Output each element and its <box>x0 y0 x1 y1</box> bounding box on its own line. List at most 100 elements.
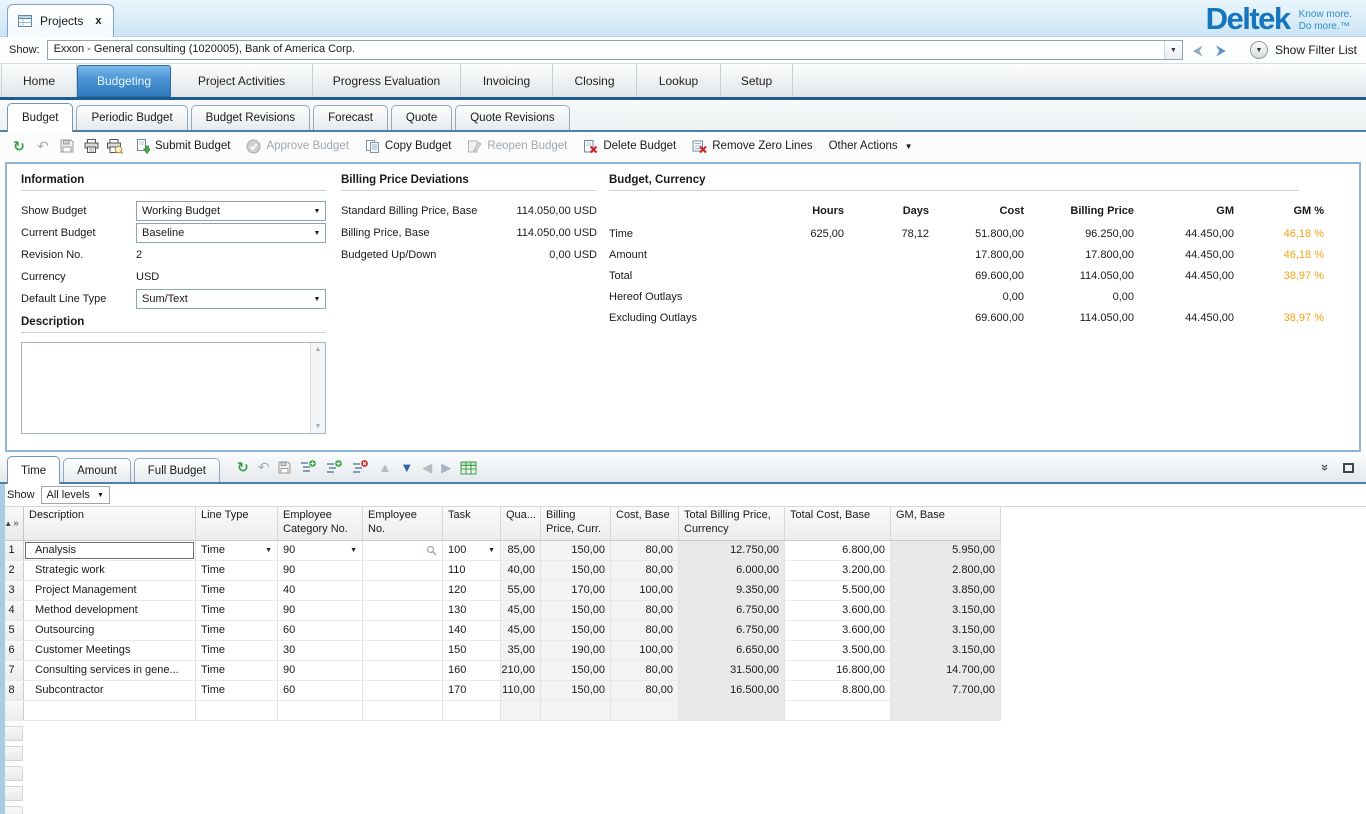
move-right-icon[interactable]: ▶ <box>441 460 451 476</box>
col-billing-price[interactable]: Billing Price, Curr. <box>541 507 611 540</box>
cell-quantity[interactable]: 35,00 <box>501 641 541 660</box>
cell-line-type[interactable]: Time <box>196 601 278 620</box>
cell-employee-no[interactable] <box>363 561 443 580</box>
col-task[interactable]: Task <box>443 507 501 540</box>
cell-quantity[interactable]: 40,00 <box>501 561 541 580</box>
refresh-icon[interactable]: ↻ <box>237 459 249 476</box>
chevron-down-icon[interactable]: ▼ <box>350 541 357 560</box>
cell-billing-price[interactable]: 150,00 <box>541 561 611 580</box>
col-description[interactable]: Description <box>24 507 196 540</box>
add-line-icon[interactable] <box>300 460 317 475</box>
cell-description[interactable]: Customer Meetings <box>24 641 196 660</box>
save-icon[interactable] <box>56 135 78 157</box>
cell-description[interactable]: Subcontractor <box>24 681 196 700</box>
search-icon[interactable] <box>426 545 437 556</box>
table-row[interactable]: 5 Outsourcing Time 60 14 <box>0 621 1001 641</box>
delete-budget-button[interactable]: Delete Budget <box>576 135 683 157</box>
cell-employee-category[interactable]: 30 <box>278 641 363 660</box>
cell-employee-no[interactable] <box>363 621 443 640</box>
undo-icon[interactable]: ↶ <box>32 135 54 157</box>
tab-forecast[interactable]: Forecast <box>313 105 388 130</box>
cell-employee-no[interactable] <box>363 641 443 660</box>
chevron-down-icon[interactable]: ▼ <box>488 541 495 560</box>
tab-quote-revisions[interactable]: Quote Revisions <box>455 105 569 130</box>
col-total-cost[interactable]: Total Cost, Base <box>785 507 891 540</box>
cell-line-type[interactable]: Time <box>196 681 278 700</box>
tab-periodic-budget[interactable]: Periodic Budget <box>76 105 187 130</box>
navigate-back-icon[interactable]: ⮜︎ <box>1190 42 1206 59</box>
cell-employee-category[interactable]: 60 <box>278 681 363 700</box>
navigate-forward-icon[interactable]: ⮞︎ <box>1213 42 1229 59</box>
cell-employee-no[interactable] <box>363 601 443 620</box>
project-filter-combobox[interactable]: Exxon - General consulting (1020005), Ba… <box>47 40 1183 60</box>
col-employee-category[interactable]: Employee Category No. <box>278 507 363 540</box>
scrollbar[interactable]: ▲▼ <box>310 343 325 433</box>
col-total-billing[interactable]: Total Billing Price, Currency <box>679 507 785 540</box>
col-gm-base[interactable]: GM, Base <box>891 507 1001 540</box>
remove-zero-lines-button[interactable]: Remove Zero Lines <box>685 135 819 157</box>
cell-description[interactable]: Analysis <box>24 541 196 560</box>
table-row[interactable]: 6 Customer Meetings Time 30 <box>0 641 1001 661</box>
chevron-down-icon[interactable]: ▼ <box>265 541 272 560</box>
collapse-panel-icon[interactable]: » <box>1318 464 1333 471</box>
cell-billing-price[interactable]: 150,00 <box>541 681 611 700</box>
expand-filter-icon[interactable]: ▼ <box>1250 41 1268 59</box>
col-cost-base[interactable]: Cost, Base <box>611 507 679 540</box>
cell-cost-base[interactable]: 80,00 <box>611 621 679 640</box>
table-row[interactable]: 8 Subcontractor Time 60 <box>0 681 1001 701</box>
cell-quantity[interactable]: 85,00 <box>501 541 541 560</box>
cell-line-type[interactable]: Time <box>196 621 278 640</box>
cell-task[interactable]: 100 ▼ <box>443 541 501 560</box>
cell-employee-no[interactable] <box>363 661 443 680</box>
tab-time[interactable]: Time <box>7 456 60 484</box>
tab-lookup[interactable]: Lookup <box>637 64 721 97</box>
tab-setup[interactable]: Setup <box>721 64 793 97</box>
cell-employee-no[interactable] <box>363 681 443 700</box>
cell-line-type[interactable]: Time <box>196 661 278 680</box>
default-line-type-select[interactable]: Sum/Text▼ <box>136 289 326 309</box>
show-budget-select[interactable]: Working Budget▼ <box>136 201 326 221</box>
cell-employee-category[interactable]: 90 <box>278 561 363 580</box>
delete-line-icon[interactable] <box>352 460 369 475</box>
cell-billing-price[interactable]: 190,00 <box>541 641 611 660</box>
col-employee-no[interactable]: Employee No. <box>363 507 443 540</box>
show-filter-list-button[interactable]: Show Filter List <box>1275 43 1357 57</box>
cell-employee-category[interactable]: 90 ▼ <box>278 541 363 560</box>
cell-line-type[interactable]: Time <box>196 561 278 580</box>
tab-quote[interactable]: Quote <box>391 105 452 130</box>
copy-budget-button[interactable]: Copy Budget <box>358 135 459 157</box>
cell-employee-category[interactable]: 90 <box>278 661 363 680</box>
cell-cost-base[interactable]: 80,00 <box>611 661 679 680</box>
table-row[interactable]: 3 Project Management Time 40 <box>0 581 1001 601</box>
cell-cost-base[interactable]: 80,00 <box>611 681 679 700</box>
cell-task[interactable]: 140 <box>443 621 501 640</box>
tab-amount[interactable]: Amount <box>63 458 131 482</box>
cell-description[interactable]: Project Management <box>24 581 196 600</box>
project-filter-value[interactable]: Exxon - General consulting (1020005), Ba… <box>48 41 1164 59</box>
document-tab-projects[interactable]: Projects x <box>7 4 114 37</box>
tab-progress-evaluation[interactable]: Progress Evaluation <box>313 64 461 97</box>
cell-billing-price[interactable]: 150,00 <box>541 661 611 680</box>
table-row[interactable]: 7 Consulting services in gene... Time 90 <box>0 661 1001 681</box>
refresh-icon[interactable]: ↻ <box>8 135 30 157</box>
table-view-icon[interactable] <box>460 461 477 475</box>
print-icon[interactable] <box>80 135 102 157</box>
move-down-icon[interactable]: ▼ <box>400 460 413 475</box>
col-line-type[interactable]: Line Type <box>196 507 278 540</box>
cell-line-type[interactable]: Time ▼ <box>196 541 278 560</box>
close-icon[interactable]: x <box>95 15 101 27</box>
cell-quantity[interactable]: 210,00 <box>501 661 541 680</box>
tab-budgeting[interactable]: Budgeting <box>77 65 171 97</box>
cell-task[interactable]: 170 <box>443 681 501 700</box>
cell-line-type[interactable]: Time <box>196 581 278 600</box>
tab-closing[interactable]: Closing <box>553 64 637 97</box>
tab-full-budget[interactable]: Full Budget <box>134 458 220 482</box>
table-row[interactable]: 1 Analysis Time ▼ 90 ▼ 100 <box>0 541 1001 561</box>
cell-line-type[interactable]: Time <box>196 641 278 660</box>
add-sub-line-icon[interactable] <box>326 460 343 475</box>
tab-invoicing[interactable]: Invoicing <box>461 64 553 97</box>
cell-task[interactable]: 110 <box>443 561 501 580</box>
table-row[interactable]: 4 Method development Time 90 <box>0 601 1001 621</box>
cell-description[interactable]: Consulting services in gene... <box>24 661 196 680</box>
cell-quantity[interactable]: 45,00 <box>501 601 541 620</box>
